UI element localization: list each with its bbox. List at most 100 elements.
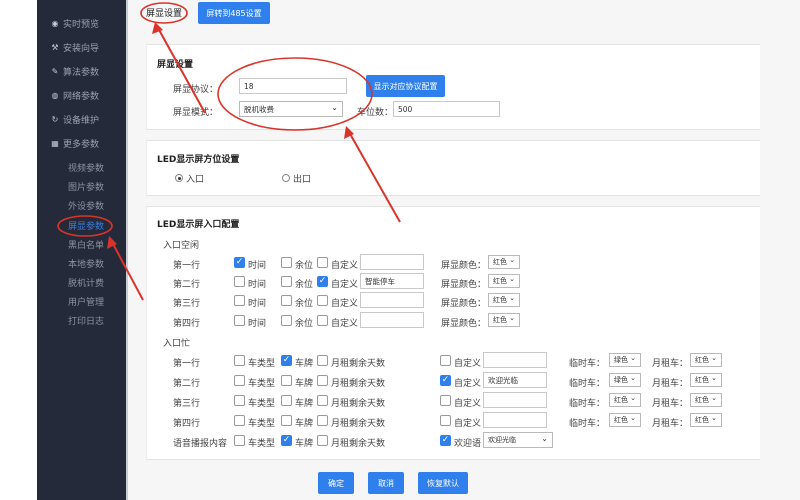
idle-custom-checkbox[interactable]: [317, 276, 328, 287]
mode-select[interactable]: 脱机收费 ⌄: [239, 101, 343, 117]
idle-custom-checkbox[interactable]: [317, 295, 328, 306]
sidebar-subitem-user-management[interactable]: 用户管理: [68, 295, 104, 309]
idle-color-label: 屏显颜色：: [441, 319, 487, 329]
idle-color-select[interactable]: 红色 ⌄: [488, 274, 520, 288]
idle-remaining-checkbox[interactable]: [281, 295, 292, 306]
monthly-car-color-select[interactable]: 红色 ⌄: [690, 393, 722, 407]
sidebar-subitem-print-log[interactable]: 打印日志: [68, 314, 104, 328]
busy-car-type-checkbox[interactable]: [234, 395, 245, 406]
temp-car-color-select[interactable]: 红色 ⌄: [609, 413, 641, 427]
voice-welcome-label: 欢迎语: [454, 439, 482, 449]
idle-time-checkbox[interactable]: [234, 315, 245, 326]
sidebar-subitem-local[interactable]: 本地参数: [68, 257, 104, 271]
idle-remaining-checkbox[interactable]: [281, 315, 292, 326]
spaces-input[interactable]: 500: [393, 101, 500, 117]
busy-car-type-checkbox[interactable]: [234, 375, 245, 386]
busy-plate-checkbox[interactable]: [281, 395, 292, 406]
idle-remaining-checkbox[interactable]: [281, 276, 292, 287]
busy-car-type-checkbox[interactable]: [234, 415, 245, 426]
sidebar-subitem-video[interactable]: 视频参数: [68, 161, 104, 175]
busy-plate-label: 车牌: [295, 359, 314, 369]
busy-car-type-label: 车类型: [248, 359, 276, 369]
sidebar-item-maintenance[interactable]: ↻ 设备维护: [50, 112, 99, 126]
idle-color-label: 屏显颜色：: [441, 261, 487, 271]
idle-color-select[interactable]: 红色 ⌄: [488, 313, 520, 327]
busy-row-label: 第二行: [173, 379, 201, 389]
busy-custom-label: 自定义: [454, 419, 482, 429]
busy-plate-checkbox[interactable]: [281, 415, 292, 426]
sidebar-item-install-wizard[interactable]: ⚒ 安装向导: [50, 40, 99, 54]
voice-welcome-checkbox[interactable]: [440, 435, 451, 446]
idle-custom-checkbox[interactable]: [317, 257, 328, 268]
busy-monthly-days-checkbox[interactable]: [317, 415, 328, 426]
confirm-button[interactable]: 确定: [318, 472, 354, 494]
exit-radio[interactable]: [282, 174, 290, 182]
idle-custom-input[interactable]: 智能停车: [360, 273, 424, 289]
sidebar-subitem-screen-display[interactable]: 屏显参数: [68, 219, 104, 233]
chevron-down-icon: ⌄: [331, 103, 338, 112]
entry-radio[interactable]: [175, 174, 183, 182]
voice-monthly-days-checkbox[interactable]: [317, 435, 328, 446]
busy-monthly-days-checkbox[interactable]: [317, 355, 328, 366]
sidebar-item-live-preview[interactable]: ◉ 实时预览: [50, 16, 100, 30]
idle-custom-input[interactable]: [360, 312, 424, 328]
idle-time-checkbox[interactable]: [234, 276, 245, 287]
tab-screen-settings[interactable]: 屏显设置: [146, 6, 182, 20]
idle-color-select-value: 红色: [493, 277, 507, 285]
chevron-down-icon: ⌄: [509, 294, 515, 302]
busy-plate-checkbox[interactable]: [281, 355, 292, 366]
sidebar-item-network[interactable]: ◍ 网络参数: [50, 88, 100, 102]
idle-remaining-checkbox[interactable]: [281, 257, 292, 268]
monthly-car-color-select-value: 红色: [695, 376, 709, 384]
position-settings-panel: LED显示屏方位设置: [146, 140, 760, 196]
busy-custom-input[interactable]: [483, 392, 547, 408]
cancel-button[interactable]: 取消: [368, 472, 404, 494]
welcome-select[interactable]: 欢迎光临 ⌄: [483, 432, 553, 448]
sidebar-subitem-peripheral[interactable]: 外设参数: [68, 199, 104, 213]
monthly-car-color-select[interactable]: 红色 ⌄: [690, 373, 722, 387]
idle-color-select[interactable]: 红色 ⌄: [488, 293, 520, 307]
temp-car-color-select[interactable]: 绿色 ⌄: [609, 353, 641, 367]
busy-custom-checkbox[interactable]: [440, 415, 451, 426]
busy-custom-input[interactable]: [483, 412, 547, 428]
busy-custom-checkbox[interactable]: [440, 395, 451, 406]
sidebar-item-algorithm[interactable]: ✎ 算法参数: [50, 64, 99, 78]
monthly-car-color-select[interactable]: 红色 ⌄: [690, 413, 722, 427]
temp-car-color-select[interactable]: 红色 ⌄: [609, 393, 641, 407]
mode-label: 屏显模式：: [173, 108, 219, 118]
restore-default-button[interactable]: 恢复默认: [418, 472, 468, 494]
idle-time-checkbox[interactable]: [234, 295, 245, 306]
refresh-icon: ↻: [51, 114, 59, 124]
sidebar-subitem-offline-billing[interactable]: 脱机计费: [68, 276, 104, 290]
busy-row-label: 第一行: [173, 359, 201, 369]
busy-custom-input[interactable]: 欢迎光临: [483, 372, 547, 388]
busy-monthly-days-checkbox[interactable]: [317, 375, 328, 386]
temp-car-color-select[interactable]: 绿色 ⌄: [609, 373, 641, 387]
chevron-down-icon: ⌄: [509, 256, 515, 264]
monthly-car-color-select[interactable]: 红色 ⌄: [690, 353, 722, 367]
busy-car-type-checkbox[interactable]: [234, 355, 245, 366]
idle-custom-input[interactable]: [360, 292, 424, 308]
busy-custom-input[interactable]: [483, 352, 547, 368]
busy-custom-checkbox[interactable]: [440, 375, 451, 386]
protocol-input[interactable]: 18: [239, 78, 347, 94]
idle-custom-checkbox[interactable]: [317, 315, 328, 326]
voice-plate-label: 车牌: [295, 439, 314, 449]
show-protocol-config-button[interactable]: 显示对应协议配置: [366, 75, 445, 97]
sidebar-subitem-image[interactable]: 图片参数: [68, 180, 104, 194]
voice-car-type-checkbox[interactable]: [234, 435, 245, 446]
idle-color-select[interactable]: 红色 ⌄: [488, 255, 520, 269]
sidebar-item-more-params[interactable]: ▦ 更多参数: [50, 136, 99, 150]
busy-plate-checkbox[interactable]: [281, 375, 292, 386]
idle-custom-input[interactable]: [360, 254, 424, 270]
idle-time-checkbox[interactable]: [234, 257, 245, 268]
busy-monthly-days-checkbox[interactable]: [317, 395, 328, 406]
voice-plate-checkbox[interactable]: [281, 435, 292, 446]
chevron-down-icon: ⌄: [630, 414, 636, 422]
idle-time-label: 时间: [248, 280, 267, 290]
temp-car-color-select-value: 绿色: [614, 376, 628, 384]
tab-screen-to-485[interactable]: 屏转到485设置: [198, 2, 270, 24]
idle-row-label: 第二行: [173, 280, 201, 290]
busy-custom-checkbox[interactable]: [440, 355, 451, 366]
sidebar-subitem-blackwhite-list[interactable]: 黑白名单: [68, 238, 104, 252]
